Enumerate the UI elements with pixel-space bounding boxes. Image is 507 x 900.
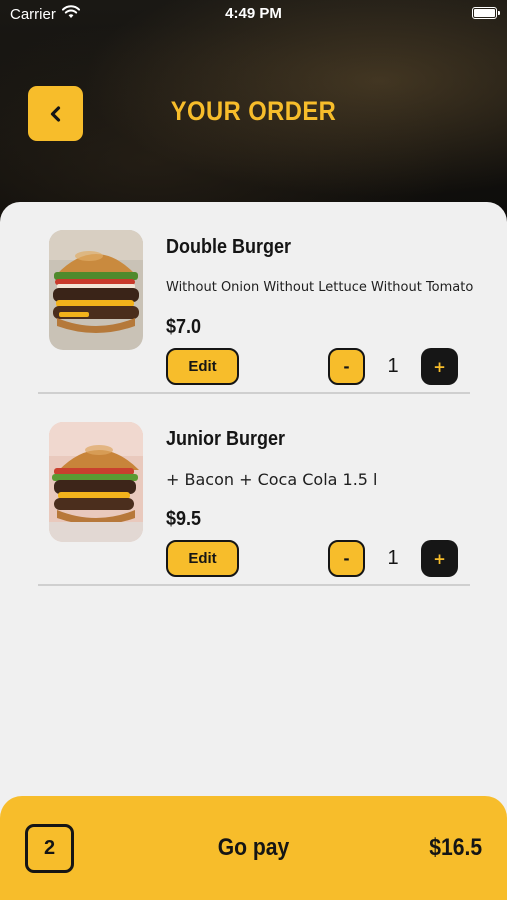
battery-icon [472,7,500,19]
status-bar: Carrier 4:49 PM [0,0,507,28]
edit-button[interactable]: Edit [166,348,239,385]
order-item: Double Burger Without Onion Without Lett… [38,202,473,394]
quantity-value: 1 [387,547,399,569]
item-description: + Bacon + Coca Cola 1.5 l [166,470,378,489]
item-name: Junior Burger [166,428,286,450]
order-total: $16.5 [429,834,482,861]
item-price: $7.0 [166,316,202,338]
status-time: 4:49 PM [225,5,282,22]
checkout-bar: 2 Go pay $16.5 [0,796,507,900]
edit-button[interactable]: Edit [166,540,239,577]
order-item: Junior Burger + Bacon + Coca Cola 1.5 l … [38,394,470,586]
burger-photo [49,230,143,350]
increase-quantity-button[interactable]: + [421,540,458,577]
item-price: $9.5 [166,508,202,530]
go-pay-button[interactable]: Go pay [30,834,476,862]
increase-quantity-button[interactable]: + [421,348,458,385]
decrease-quantity-button[interactable]: - [328,348,365,385]
page-title: YOUR ORDER [170,96,337,126]
item-name: Double Burger [166,236,292,258]
decrease-quantity-button[interactable]: - [328,540,365,577]
item-description: Without Onion Without Lettuce Without To… [166,280,474,295]
quantity-value: 1 [387,355,399,377]
burger-photo [49,422,143,542]
